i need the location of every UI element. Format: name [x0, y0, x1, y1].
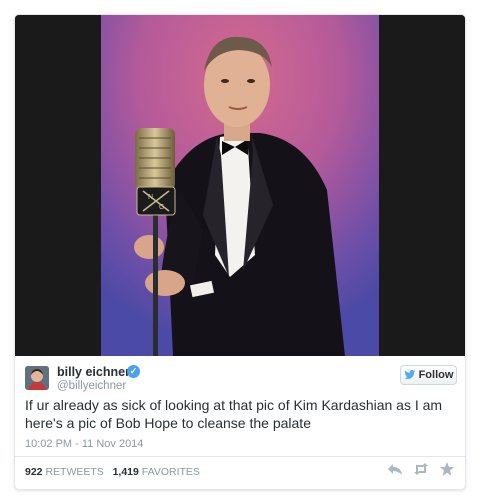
author-avatar[interactable] [25, 366, 49, 390]
tweet-stats: 922 RETWEETS 1,419 FAVORITES [25, 466, 200, 478]
follow-button[interactable]: Follow [400, 365, 457, 385]
follow-button-label: Follow [418, 369, 454, 381]
tweet-text: If ur already as sick of looking at that… [25, 397, 443, 431]
avatar-image [25, 366, 49, 390]
retweets-count[interactable]: 922 [25, 466, 43, 478]
retweets-label[interactable]: RETWEETS [45, 466, 103, 478]
photo-bob-hope-with-nbc-microphone: N C [15, 15, 465, 356]
svg-text:C: C [159, 204, 164, 211]
favorites-count[interactable]: 1,419 [113, 466, 139, 478]
author-handle[interactable]: @billyeichner [57, 380, 126, 392]
retweet-icon[interactable] [413, 461, 429, 477]
svg-text:N: N [148, 194, 153, 201]
star-icon[interactable] [439, 461, 455, 477]
favorites-label[interactable]: FAVORITES [142, 466, 200, 478]
tweet-timestamp[interactable]: 10:02 PM - 11 Nov 2014 [25, 438, 143, 450]
divider [15, 456, 465, 457]
author-name[interactable]: billy eichner [57, 365, 130, 379]
tweet-actions [387, 461, 455, 477]
embedded-tweet-card: N C billy eichner ✓ @billyeichner Follow… [14, 14, 466, 490]
reply-icon[interactable] [387, 461, 403, 477]
twitter-bird-icon [403, 370, 416, 379]
verified-badge-icon: ✓ [127, 365, 140, 378]
tweet-photo[interactable]: N C [15, 15, 465, 356]
